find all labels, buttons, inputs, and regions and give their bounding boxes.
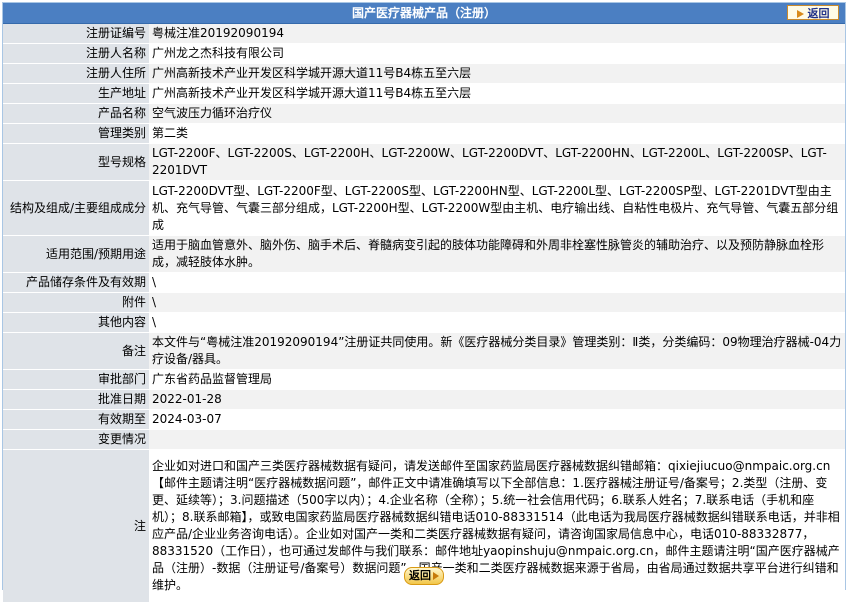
field-label: 附件 [3, 292, 149, 313]
field-label: 注册人名称 [3, 43, 149, 64]
back-button-bottom[interactable]: 返回 [404, 567, 444, 585]
table-row: 产品储存条件及有效期 \ [3, 272, 845, 293]
field-label: 结构及组成/主要组成成分 [3, 180, 149, 236]
field-value: LGT-2200F、LGT-2200S、LGT-2200H、LGT-2200W、… [149, 143, 845, 181]
arrow-right-icon [796, 10, 804, 18]
field-value: 2024-03-07 [149, 409, 845, 430]
table-row: 适用范围/预期用途 适用于脑血管意外、脑外伤、脑手术后、脊髓病变引起的肢体功能障碍… [3, 235, 845, 273]
field-label: 适用范围/预期用途 [3, 235, 149, 273]
table-row: 结构及组成/主要组成成分 LGT-2200DVT型、LGT-2200F型、LGT-… [3, 180, 845, 236]
field-value: 空气波压力循环治疗仪 [149, 103, 845, 124]
table-row: 产品名称 空气波压力循环治疗仪 [3, 103, 845, 124]
field-value: \ [149, 272, 845, 293]
footer: 返回 [3, 567, 845, 585]
detail-panel: 国产医疗器械产品（注册） 返回 注册证编号 粤械注准20192090194 注册人名… [2, 2, 846, 603]
table-row: 型号规格 LGT-2200F、LGT-2200S、LGT-2200H、LGT-22… [3, 143, 845, 181]
table-row: 注册人名称 广州龙之杰科技有限公司 [3, 43, 845, 64]
back-button-top[interactable]: 返回 [787, 5, 839, 20]
back-button-label: 返回 [807, 7, 830, 20]
table-row: 备注 本文件与“粤械注准20192090194”注册证共同使用。新《医疗器械分类目… [3, 332, 845, 370]
field-label: 管理类别 [3, 123, 149, 144]
table-row: 附件 \ [3, 292, 845, 313]
table-row: 审批部门 广东省药品监督管理局 [3, 369, 845, 390]
field-label: 有效期至 [3, 409, 149, 430]
field-label: 生产地址 [3, 83, 149, 104]
field-value: 广州龙之杰科技有限公司 [149, 43, 845, 64]
field-value: 第二类 [149, 123, 845, 144]
field-value: 2022-01-28 [149, 389, 845, 410]
table-row: 管理类别 第二类 [3, 123, 845, 144]
field-value: 广东省药品监督管理局 [149, 369, 845, 390]
field-label: 变更情况 [3, 429, 149, 450]
table-row: 有效期至 2024-03-07 [3, 409, 845, 430]
table-row: 注册证编号 粤械注准20192090194 [3, 24, 845, 44]
field-value [149, 429, 845, 450]
field-label: 产品名称 [3, 103, 149, 124]
field-label: 注册人住所 [3, 63, 149, 84]
field-value: 广州高新技术产业开发区科学城开源大道11号B4栋五至六层 [149, 63, 845, 84]
field-label: 批准日期 [3, 389, 149, 410]
field-value: 本文件与“粤械注准20192090194”注册证共同使用。新《医疗器械分类目录》… [149, 332, 845, 370]
field-label: 审批部门 [3, 369, 149, 390]
page-title: 国产医疗器械产品（注册） [351, 6, 496, 20]
field-value: 粤械注准20192090194 [149, 24, 845, 44]
field-label: 型号规格 [3, 143, 149, 181]
back-button-label: 返回 [409, 569, 431, 582]
table-row: 注册人住所 广州高新技术产业开发区科学城开源大道11号B4栋五至六层 [3, 63, 845, 84]
field-value: LGT-2200DVT型、LGT-2200F型、LGT-2200S型、LGT-2… [149, 180, 845, 236]
field-value: \ [149, 312, 845, 333]
field-label: 产品储存条件及有效期 [3, 272, 149, 293]
panel-header: 国产医疗器械产品（注册） 返回 [3, 3, 845, 24]
table-row: 生产地址 广州高新技术产业开发区科学城开源大道11号B4栋五至六层 [3, 83, 845, 104]
detail-table: 注册证编号 粤械注准20192090194 注册人名称 广州龙之杰科技有限公司 注册人住… [3, 24, 845, 603]
field-value: 广州高新技术产业开发区科学城开源大道11号B4栋五至六层 [149, 83, 845, 104]
table-row: 批准日期 2022-01-28 [3, 389, 845, 410]
field-value: 适用于脑血管意外、脑外伤、脑手术后、脊髓病变引起的肢体功能障碍和外周非栓塞性脉管… [149, 235, 845, 273]
arrow-right-icon [433, 572, 439, 580]
field-label: 注册证编号 [3, 24, 149, 44]
table-row: 变更情况 [3, 429, 845, 450]
field-value: \ [149, 292, 845, 313]
field-label: 其他内容 [3, 312, 149, 333]
table-row: 其他内容 \ [3, 312, 845, 333]
field-label: 备注 [3, 332, 149, 370]
